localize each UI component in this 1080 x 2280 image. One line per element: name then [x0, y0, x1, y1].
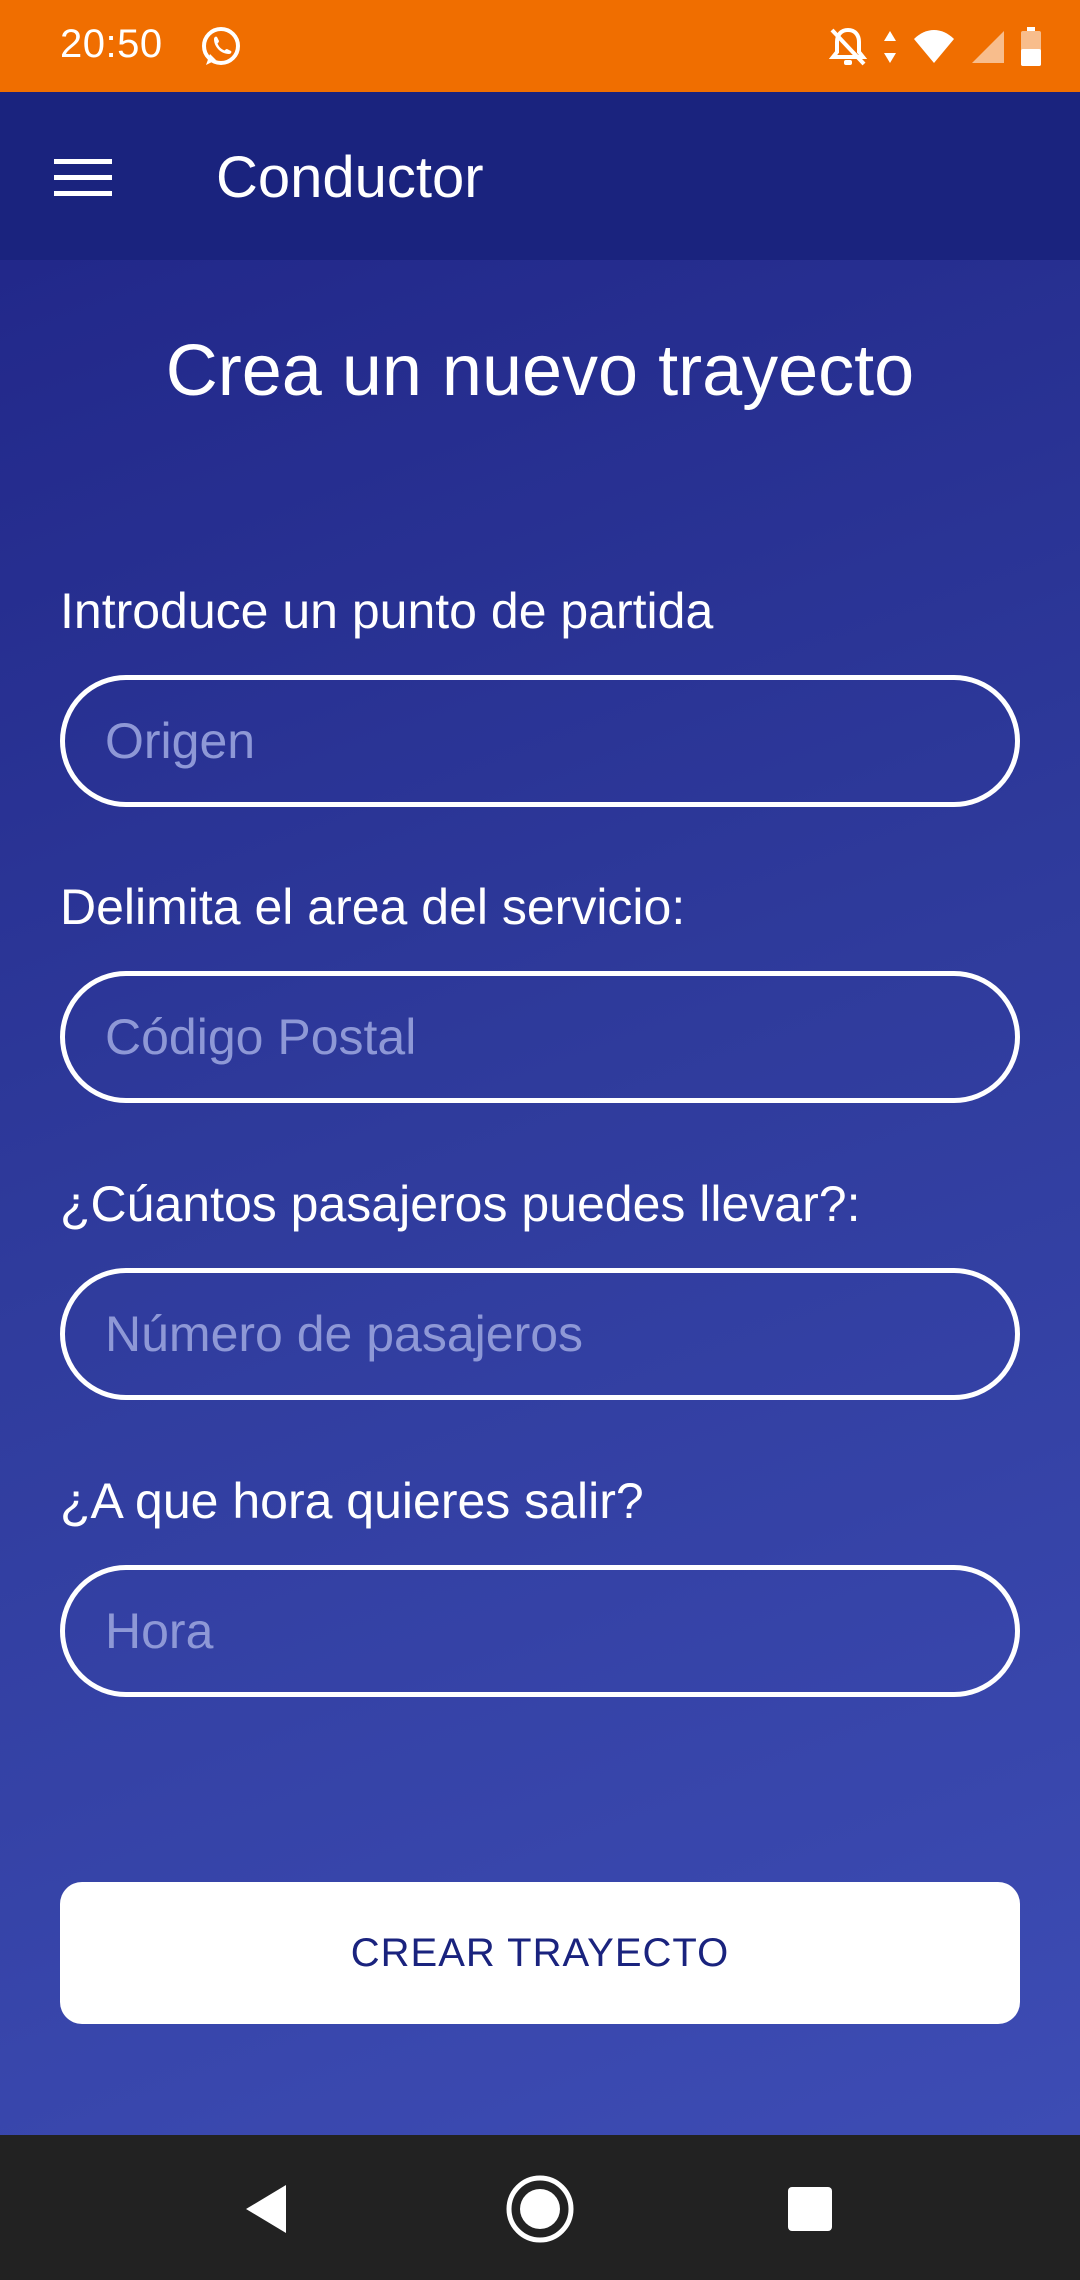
status-bar: 20:50 [0, 0, 1080, 92]
page-title: Crea un nuevo trayecto [165, 331, 915, 411]
whatsapp-icon [198, 24, 244, 70]
battery-icon [1020, 27, 1042, 67]
recents-icon[interactable] [770, 2169, 850, 2249]
create-trip-button[interactable]: CREAR TRAYECTO [60, 1882, 1020, 2024]
data-arrows-icon [882, 29, 898, 65]
signal-icon [970, 29, 1006, 65]
app-title: Conductor [216, 145, 484, 210]
status-time: 20:50 [60, 22, 163, 66]
status-icons [828, 24, 1042, 70]
passengers-label: ¿Cúantos pasajeros puedes llevar?: [60, 1176, 861, 1232]
time-label: ¿A que hora quieres salir? [60, 1473, 644, 1529]
home-icon[interactable] [500, 2169, 580, 2249]
app-bar: Conductor [0, 92, 1080, 260]
area-label: Delimita el area del servicio: [60, 879, 686, 935]
origin-label: Introduce un punto de partida [60, 583, 714, 639]
main-content: Crea un nuevo trayecto Introduce un punt… [0, 260, 1080, 2135]
postal-code-input[interactable] [60, 971, 1020, 1103]
origin-input[interactable] [60, 675, 1020, 807]
notifications-off-icon [828, 26, 868, 68]
hamburger-menu-icon[interactable] [40, 134, 126, 220]
time-input[interactable] [60, 1565, 1020, 1697]
navigation-bar [0, 2135, 1080, 2280]
wifi-icon [912, 29, 956, 65]
passengers-input[interactable] [60, 1268, 1020, 1400]
back-icon[interactable] [226, 2169, 306, 2249]
